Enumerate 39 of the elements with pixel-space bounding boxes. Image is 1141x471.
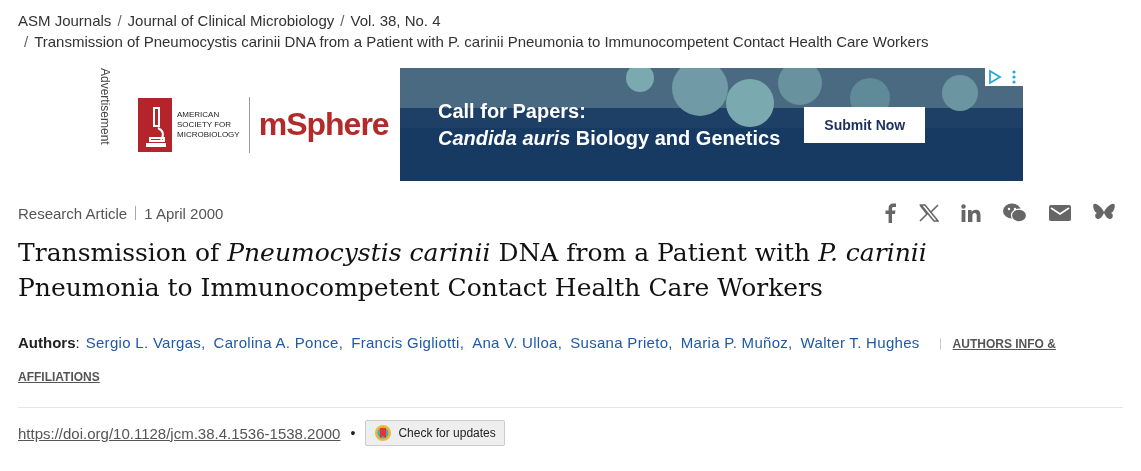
breadcrumb-link[interactable]: Transmission of Pneumocystis carinii DNA from a Patient with P. carinii Pneumonia to Immunocompetent Contact Health Care Workers	[34, 31, 929, 52]
x-icon[interactable]	[919, 204, 939, 222]
author-link[interactable]: Carolina A. Ponce,	[213, 334, 344, 351]
author-link[interactable]: Ana V. Ulloa,	[472, 334, 563, 351]
doi-link[interactable]: https://doi.org/10.1128/jcm.38.4.1536-1538.2000	[18, 424, 341, 442]
crossmark-icon	[374, 424, 393, 442]
publication-date: 1 April 2000	[144, 204, 224, 222]
ad-banner[interactable]: Call for Papers: Candida auris Biology and Genetics Submit Now	[400, 68, 1023, 181]
author-link[interactable]: Walter T. Hughes	[800, 334, 920, 351]
check-for-updates-button[interactable]: Check for updates	[365, 420, 505, 446]
ad-subline: Candida auris Biology and Genetics	[438, 125, 781, 151]
authors-label: Authors:	[18, 334, 80, 351]
journal-logo: mSphere	[258, 106, 389, 143]
breadcrumb-separator: /	[24, 32, 29, 52]
advertisement-label: Advertisement	[98, 68, 112, 145]
author-link[interactable]: Susana Prieto,	[570, 334, 673, 351]
authors-info-link[interactable]: AUTHORS INFO &	[952, 337, 1056, 351]
email-icon[interactable]	[1049, 205, 1071, 221]
article-type: Research Article	[18, 204, 128, 222]
wechat-icon[interactable]	[1003, 203, 1027, 223]
submit-now-button[interactable]: Submit Now	[804, 106, 926, 143]
author-link[interactable]: Maria P. Muñoz,	[680, 334, 793, 351]
author-link[interactable]: Francis Gigliotti,	[351, 334, 465, 351]
breadcrumb-separator: /	[117, 11, 122, 31]
facebook-icon[interactable]	[883, 203, 897, 223]
ad-headline: Call for Papers:	[438, 98, 587, 124]
microscope-logo-icon	[138, 97, 172, 152]
society-name-line: AMERICAN	[177, 109, 221, 120]
breadcrumb-link[interactable]: Journal of Clinical Microbiology	[127, 10, 335, 31]
breadcrumb-link[interactable]: ASM Journals	[18, 10, 112, 31]
authors-info-link[interactable]: AFFILIATIONS	[18, 370, 100, 384]
author-link[interactable]: Sergio L. Vargas,	[85, 334, 206, 351]
breadcrumb-separator: /	[340, 11, 345, 31]
society-name-line: MICROBIOLOGY	[177, 129, 240, 140]
linkedin-icon[interactable]	[961, 204, 981, 222]
society-name-line: SOCIETY FOR	[177, 119, 233, 130]
bullet: •	[350, 425, 356, 441]
article-title: Transmission of Pneumocystis carinii DNA from a Patient with P. carinii Pneumonia to Immunocompetent Contact Health Care Workers	[18, 237, 928, 304]
breadcrumb-link[interactable]: Vol. 38, No. 4	[350, 10, 441, 31]
